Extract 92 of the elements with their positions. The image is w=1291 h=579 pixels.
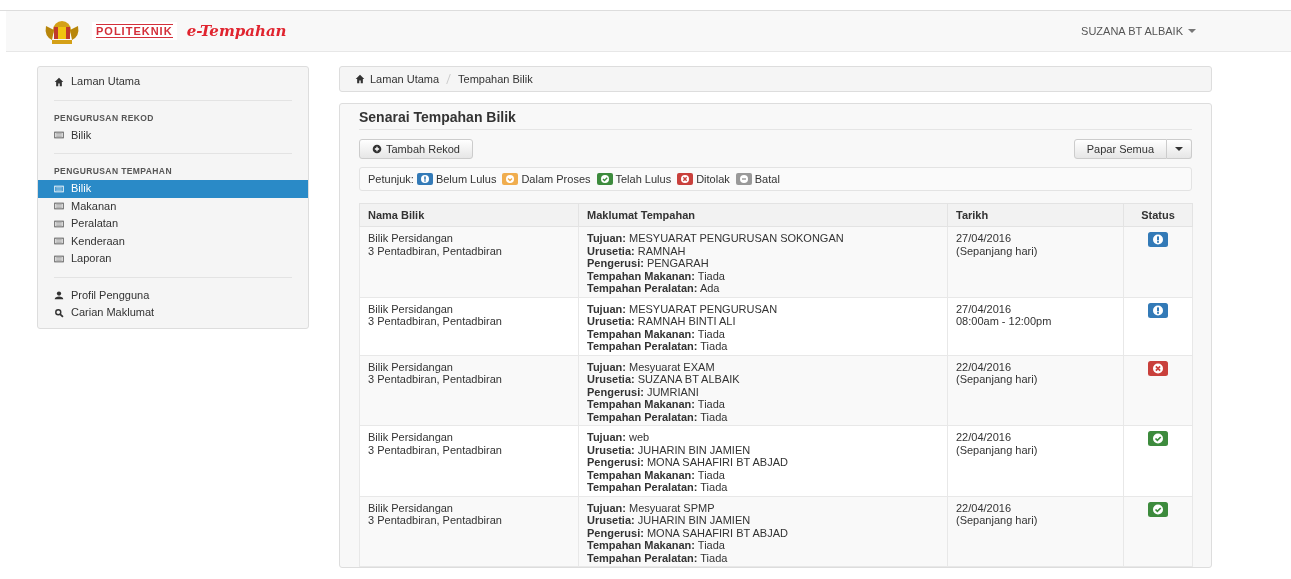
detail-line: Tujuan: Mesyuarat SPMP: [587, 501, 716, 514]
list-icon: [54, 130, 64, 141]
detail-line: Tempahan Peralatan: Tiada: [587, 410, 729, 423]
legend-text: Belum Lulus: [435, 173, 497, 185]
detail-line: Pengerusi: PENGARAH: [587, 257, 710, 270]
detail-line: Urusetia: RAMNAH: [587, 244, 687, 257]
legend-text: Dalam Proses: [521, 173, 591, 185]
info-badge-icon[interactable]: [1147, 232, 1169, 247]
dropdown-button[interactable]: [1167, 139, 1192, 159]
check-badge-icon[interactable]: [1147, 431, 1169, 446]
detail-line: Tempahan Makanan: Tiada: [587, 468, 726, 481]
detail-line: Tempahan Peralatan: Tiada: [587, 481, 729, 494]
legend-text: Telah Lulus: [615, 173, 672, 185]
table-cell-text: Bilik Persidangan: [368, 302, 454, 315]
list-icon: [54, 183, 64, 194]
sidebar-item[interactable]: Peralatan: [38, 215, 308, 233]
legend-text: Batal: [754, 173, 780, 185]
sidebar-item[interactable]: Laporan: [38, 250, 308, 268]
detail-line: Urusetia: RAMNAH BINTI ALI: [587, 315, 737, 328]
sidebar-item[interactable]: Kenderaan: [38, 232, 308, 250]
detail-line: Urusetia: JUHARIN BIN JAMIEN: [587, 514, 752, 527]
table-cell-text: (Sepanjang hari): [956, 514, 1039, 527]
detail-line: Tempahan Makanan: Tiada: [587, 327, 726, 340]
sidebar-item[interactable]: Laman Utama: [38, 73, 308, 91]
table-cell-text: 22/04/2016: [956, 360, 1013, 373]
column-header: Status: [1123, 203, 1193, 227]
sidebar-item[interactable]: Makanan: [38, 197, 308, 215]
breadcrumb-link[interactable]: Tempahan Bilik: [458, 73, 533, 85]
detail-line: Tempahan Peralatan: Tiada: [587, 551, 729, 564]
user-menu[interactable]: SUZANA BT ALBAIK: [1081, 25, 1196, 37]
detail-line: Tujuan: Mesyuarat EXAM: [587, 360, 716, 373]
list-icon: [54, 218, 64, 229]
table-cell-text: 3 Pentadbiran, Pentadbiran: [368, 315, 503, 328]
sidebar-item[interactable]: Carian Maklumat: [38, 304, 308, 322]
view-all-button[interactable]: Papar Semua: [1073, 139, 1167, 159]
table-cell-text: Bilik Persidangan: [368, 431, 454, 444]
table-cell-text: (Sepanjang hari): [956, 443, 1039, 456]
column-header: Maklumat Tempahan: [578, 203, 948, 227]
detail-line: Pengerusi: JUMRIANI: [587, 385, 700, 398]
table-cell-text: 27/04/2016: [956, 302, 1013, 315]
table-cell-text: 3 Pentadbiran, Pentadbiran: [368, 514, 503, 527]
section-heading: PENGURUSAN TEMPAHAN: [53, 165, 173, 178]
detail-line: Urusetia: JUHARIN BIN JAMIEN: [587, 443, 752, 456]
table-cell-text: 27/04/2016: [956, 232, 1013, 245]
app-title: e-Tempahan: [186, 22, 287, 40]
table-cell-text: 22/04/2016: [956, 431, 1013, 444]
sidebar-item[interactable]: Bilik: [38, 180, 308, 198]
caret-icon: [1175, 147, 1183, 151]
check-badge-icon[interactable]: [1147, 501, 1169, 517]
caret-icon: [1188, 29, 1196, 33]
legend-label: Petunjuk:: [368, 173, 414, 185]
list-icon: [54, 253, 64, 264]
detail-line: Tujuan: MESYUARAT PENGURUSAN SOKONGAN: [587, 232, 845, 245]
panel-title: Senarai Tempahan Bilik: [359, 104, 1192, 130]
detail-line: Pengerusi: MONA SAHAFIRI BT ABJAD: [587, 526, 789, 539]
table-cell-text: Bilik Persidangan: [368, 360, 454, 373]
section-heading: PENGURUSAN REKOD: [53, 111, 155, 125]
column-header: Tarikh: [947, 203, 1124, 227]
table-cell-text: 3 Pentadbiran, Pentadbiran: [368, 244, 503, 257]
list-icon: [54, 236, 64, 247]
breadcrumb-link[interactable]: Laman Utama: [355, 73, 440, 85]
detail-line: Tujuan: MESYUARAT PENGURUSAN: [587, 302, 779, 315]
detail-line: Tempahan Peralatan: Ada: [587, 282, 721, 295]
table-cell-text: 3 Pentadbiran, Pentadbiran: [368, 443, 503, 456]
detail-line: Tempahan Makanan: Tiada: [587, 269, 726, 282]
legend-text: Ditolak: [696, 173, 730, 185]
home-icon: [355, 74, 365, 84]
home-icon: [54, 76, 64, 87]
detail-line: Tujuan: web: [587, 431, 651, 444]
table-cell-text: Bilik Persidangan: [368, 232, 454, 245]
table-cell-text: Bilik Persidangan: [368, 501, 454, 514]
list-icon: [54, 201, 64, 212]
cross-badge-icon[interactable]: [1147, 360, 1169, 376]
sidebar-item[interactable]: Bilik: [38, 126, 308, 144]
detail-line: Urusetia: SUZANA BT ALBAIK: [587, 373, 741, 386]
detail-line: Tempahan Makanan: Tiada: [587, 398, 726, 411]
info-badge-icon[interactable]: [1147, 302, 1169, 318]
table-cell-text: (Sepanjang hari): [956, 373, 1039, 386]
politeknik-logo: POLITEKNIK: [92, 22, 177, 40]
detail-line: Tempahan Makanan: Tiada: [587, 539, 726, 552]
table-cell-text: 3 Pentadbiran, Pentadbiran: [368, 373, 503, 386]
user-icon: [54, 290, 64, 301]
add-record-button[interactable]: Tambah Rekod: [359, 139, 473, 159]
table-cell-text: (Sepanjang hari): [956, 244, 1039, 257]
table-cell-text: 08:00am - 12:00pm: [956, 315, 1053, 328]
detail-line: Tempahan Peralatan: Tiada: [587, 340, 729, 353]
search-icon: [54, 307, 64, 318]
table-cell-text: 22/04/2016: [956, 501, 1013, 514]
plus-circle-icon: [372, 144, 382, 154]
sidebar-item[interactable]: Profil Pengguna: [38, 286, 308, 304]
detail-line: Pengerusi: MONA SAHAFIRI BT ABJAD: [587, 456, 789, 469]
column-header: Nama Bilik: [359, 203, 579, 227]
